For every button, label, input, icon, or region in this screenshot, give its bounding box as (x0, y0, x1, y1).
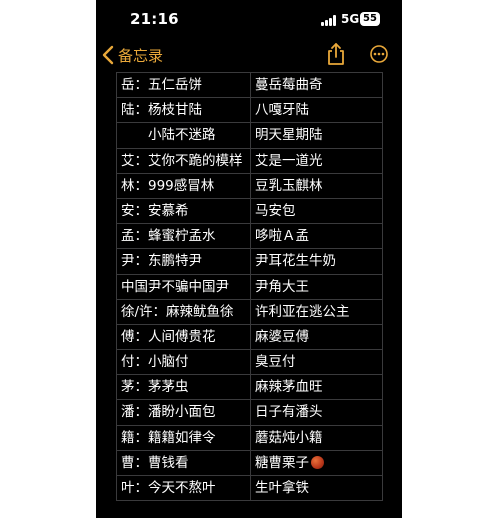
table-cell: 八嘎牙陆 (251, 98, 383, 123)
back-label: 备忘录 (118, 46, 164, 65)
table-row: 傅：人间傅贵花 麻婆豆傅 (117, 324, 383, 351)
table-cell: 日子有潘头 (251, 400, 383, 425)
table-cell: 蔓岳莓曲奇 (251, 73, 383, 98)
table-cell: 尹角大王 (251, 274, 383, 299)
battery-icon: 55 (360, 12, 380, 26)
table-row: 中国尹不骗中国尹 尹角大王 (117, 274, 383, 300)
table-cell: 中国尹不骗中国尹 (117, 274, 251, 299)
table-cell: 尹：东鹏特尹 (117, 249, 251, 274)
table-cell: 明天星期陆 (251, 123, 383, 148)
table-cell: 哆啦Ａ孟 (251, 224, 383, 249)
table-cell: 艾是一道光 (251, 148, 383, 173)
table-row: 小陆不迷路 明天星期陆 (117, 123, 383, 149)
table-cell: 孟：蜂蜜柠孟水 (117, 224, 251, 249)
table-cell: 许利亚在逃公主 (251, 299, 383, 324)
table-cell: 麻辣茅血旺 (251, 375, 383, 400)
table-cell: 安：安慕希 (117, 198, 251, 224)
share-icon[interactable] (326, 42, 346, 66)
table-cell: 马安包 (251, 198, 383, 224)
table-cell: 潘：潘盼小面包 (117, 400, 251, 425)
phone-screen: 21:16 5G 55 备忘录 岳：五仁岳饼 蔓岳莓曲奇 陆：杨枝甘陆 八嘎牙陆… (96, 0, 402, 518)
table-row: 叶：今天不熬叶 生叶拿铁 (117, 476, 383, 502)
cell-text: 糖曹栗子 (255, 454, 309, 471)
table-cell: 小陆不迷路 (117, 123, 251, 148)
table-row: 林：999感冒林 豆乳玉麒林 (117, 173, 383, 199)
table-cell: 岳：五仁岳饼 (117, 73, 251, 98)
table-row: 徐/许：麻辣鱿鱼徐 许利亚在逃公主 (117, 299, 383, 325)
table-row: 曹：曹钱看 糖曹栗子 (117, 450, 383, 476)
table-cell: 蘑菇炖小籍 (251, 425, 383, 450)
table-cell: 茅：茅茅虫 (117, 375, 251, 400)
back-button[interactable]: 备忘录 (102, 42, 163, 68)
status-time: 21:16 (130, 10, 179, 28)
table-cell: 尹耳花生牛奶 (251, 249, 383, 274)
table-cell: 籍：籍籍如律令 (117, 425, 251, 450)
nav-bar: 备忘录 (96, 38, 402, 72)
table-cell: 付：小脑付 (117, 350, 251, 375)
table-cell: 徐/许：麻辣鱿鱼徐 (117, 299, 251, 324)
more-icon[interactable] (370, 45, 388, 63)
status-bar: 21:16 5G 55 (96, 0, 402, 38)
table-cell: 艾：艾你不跪的模样 (117, 148, 251, 173)
table-row: 岳：五仁岳饼 蔓岳莓曲奇 (117, 73, 383, 99)
table-cell: 陆：杨枝甘陆 (117, 98, 251, 123)
table-row: 茅：茅茅虫 麻辣茅血旺 (117, 375, 383, 401)
table-row: 潘：潘盼小面包 日子有潘头 (117, 400, 383, 426)
table-cell: 生叶拿铁 (251, 476, 383, 501)
table-cell: 糖曹栗子 (251, 450, 383, 475)
back-chevron-icon (102, 45, 114, 65)
table-cell: 臭豆付 (251, 350, 383, 375)
table-row: 安：安慕希 马安包 (117, 198, 383, 225)
table-row: 尹：东鹏特尹 尹耳花生牛奶 (117, 249, 383, 275)
note-table: 岳：五仁岳饼 蔓岳莓曲奇 陆：杨枝甘陆 八嘎牙陆 小陆不迷路 明天星期陆 艾：艾… (116, 72, 383, 502)
table-cell: 曹：曹钱看 (117, 450, 251, 475)
table-row: 付：小脑付 臭豆付 (117, 350, 383, 376)
table-row: 陆：杨枝甘陆 八嘎牙陆 (117, 98, 383, 124)
signal-icon (321, 15, 337, 26)
table-cell: 叶：今天不熬叶 (117, 476, 251, 501)
table-cell: 豆乳玉麒林 (251, 173, 383, 198)
table-row: 孟：蜂蜜柠孟水 哆啦Ａ孟 (117, 224, 383, 250)
basketball-icon (311, 455, 324, 469)
table-row: 艾：艾你不跪的模样 艾是一道光 (117, 148, 383, 174)
table-cell: 林：999感冒林 (117, 173, 251, 198)
table-cell: 傅：人间傅贵花 (117, 324, 251, 350)
network-label: 5G (341, 12, 360, 26)
table-cell: 麻婆豆傅 (251, 324, 383, 350)
table-row: 籍：籍籍如律令 蘑菇炖小籍 (117, 425, 383, 451)
